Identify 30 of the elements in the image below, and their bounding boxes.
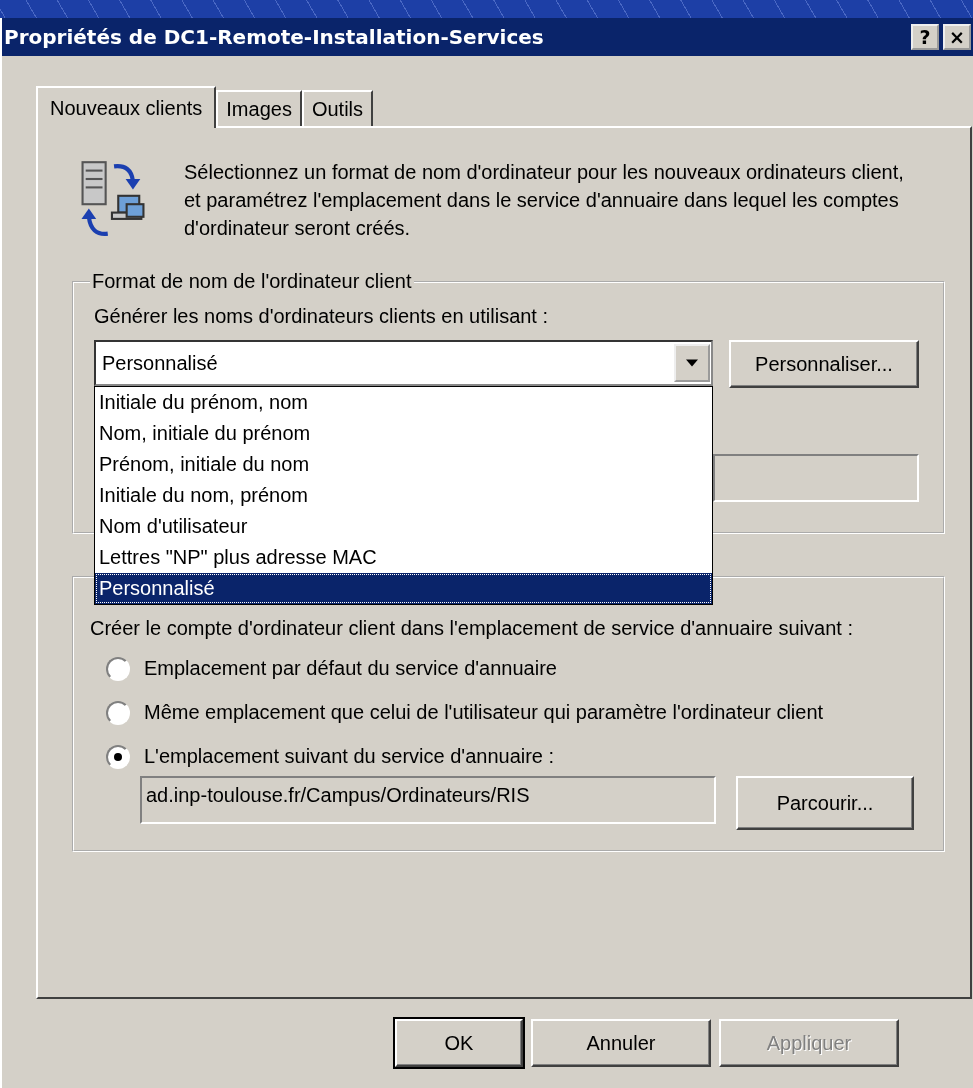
browse-button[interactable]: Parcourir... xyxy=(736,776,914,830)
dropdown-option[interactable]: Nom, initiale du prénom xyxy=(95,418,712,449)
customize-button[interactable]: Personnaliser... xyxy=(729,340,919,388)
tab[interactable]: Outils xyxy=(301,90,374,126)
ok-button[interactable]: OK xyxy=(395,1019,523,1067)
location-text: Créer le compte d'ordinateur client dans l'emplacement de service d'annuaire suivant : xyxy=(90,616,854,641)
description-text: Sélectionnez un format de nom d'ordinateur pour les nouveaux ordinateurs client, et paramétrez l'emplacement dans le service d'annuaire dans lequel les comptes d'ordinateur seront créés. xyxy=(184,160,905,241)
dropdown-option[interactable]: Lettres "NP" plus adresse MAC xyxy=(95,542,712,573)
close-button[interactable]: × xyxy=(943,24,971,50)
tab[interactable]: Nouveaux clients xyxy=(36,86,217,128)
radio-label[interactable]: Même emplacement que celui de l'utilisateur qui paramètre l'ordinateur client xyxy=(144,698,844,726)
field-label: Générer les noms d'ordinateurs clients en utilisant : xyxy=(94,305,550,328)
dropdown-option[interactable]: Personnalisé xyxy=(95,573,712,604)
group-legend: Format de nom de l'ordinateur client xyxy=(90,270,414,293)
help-button[interactable]: ? xyxy=(911,24,939,50)
radio-label[interactable]: Emplacement par défaut du service d'annuaire xyxy=(144,654,844,682)
format-dropdown[interactable]: Personnalisé xyxy=(94,340,713,386)
dropdown-option[interactable]: Initiale du prénom, nom xyxy=(95,387,712,418)
radio-button[interactable] xyxy=(106,745,130,769)
path-field[interactable]: ad.inp-toulouse.fr/Campus/Ordinateurs/RIS xyxy=(140,776,716,824)
radio-button[interactable] xyxy=(106,657,130,681)
radio-button[interactable] xyxy=(106,701,130,725)
radio-label[interactable]: L'emplacement suivant du service d'annuaire : xyxy=(144,742,844,770)
caret-icon xyxy=(686,359,698,367)
window-title: Propriétés de DC1-Remote-Installation-Services xyxy=(4,25,544,49)
dropdown-option[interactable]: Prénom, initiale du nom xyxy=(95,449,712,480)
tab[interactable]: Images xyxy=(216,90,302,126)
cancel-button[interactable]: Annuler xyxy=(531,1019,711,1067)
dropdown-option[interactable]: Initiale du nom, prénom xyxy=(95,480,712,511)
dropdown-option[interactable]: Nom d'utilisateur xyxy=(95,511,712,542)
